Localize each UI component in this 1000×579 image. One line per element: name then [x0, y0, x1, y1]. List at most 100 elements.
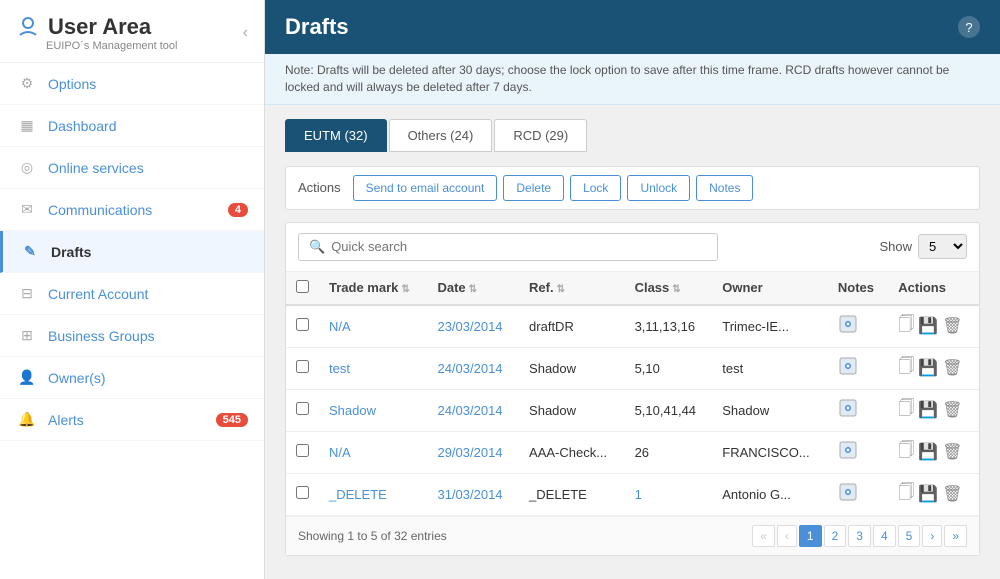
sidebar-item-dashboard[interactable]: ▦ Dashboard [0, 105, 264, 147]
table-head: Trade mark⇅Date⇅Ref.⇅Class⇅OwnerNotesAct… [286, 272, 979, 305]
row-notes-0[interactable] [828, 305, 888, 348]
copy-icon-1[interactable]: 🗍 [898, 355, 914, 382]
logo-icon [16, 15, 40, 39]
show-area: Show 5102550 [879, 234, 967, 259]
row-checkbox-4[interactable] [296, 486, 309, 499]
action-delete-button[interactable]: Delete [503, 175, 564, 201]
pag-page-1-button[interactable]: 1 [799, 525, 822, 547]
search-box: 🔍 [298, 233, 718, 261]
save-icon-1[interactable]: 💾 [918, 358, 938, 378]
row-trademark-3[interactable]: N/A [319, 431, 427, 473]
col-actions: Actions [888, 272, 979, 305]
class-link-4[interactable]: 1 [635, 487, 642, 502]
sidebar-item-drafts[interactable]: ✎ Drafts [0, 231, 264, 273]
row-trademark-0[interactable]: N/A [319, 305, 427, 348]
row-actions-1: 🗍 💾 🗑 [888, 347, 979, 389]
row-notes-4[interactable] [828, 473, 888, 515]
search-input[interactable] [331, 239, 707, 254]
delete-icon-3[interactable]: 🗑 [942, 442, 962, 462]
col-class[interactable]: Class⇅ [625, 272, 713, 305]
sidebar-item-current-account[interactable]: ⊟ Current Account [0, 273, 264, 315]
row-checkbox-1[interactable] [296, 360, 309, 373]
col-owner: Owner [712, 272, 828, 305]
copy-icon-4[interactable]: 🗍 [898, 481, 914, 508]
row-trademark-4[interactable]: _DELETE [319, 473, 427, 515]
sidebar-item-owners[interactable]: 👤 Owner(s) [0, 357, 264, 399]
sort-icon-trademark: ⇅ [401, 284, 409, 295]
notes-icon-4[interactable] [838, 489, 858, 506]
sidebar-item-online-services[interactable]: ◎ Online services [0, 147, 264, 189]
notes-icon-3[interactable] [838, 447, 858, 464]
table-body: N/A23/03/2014draftDR3,11,13,16Trimec-IE.… [286, 305, 979, 516]
pag-page-2-button[interactable]: 2 [824, 525, 847, 547]
logo-text: User Area [48, 14, 151, 40]
collapse-button[interactable]: ‹ [243, 24, 248, 42]
sidebar-label-drafts: Drafts [51, 244, 91, 260]
action-buttons: Send to email accountDeleteLockUnlockNot… [353, 175, 754, 201]
row-class-1: 5,10 [625, 347, 713, 389]
notes-icon-2[interactable] [838, 405, 858, 422]
delete-icon-4[interactable]: 🗑 [942, 484, 962, 504]
alerts-icon: 🔔 [16, 411, 38, 428]
delete-icon-0[interactable]: 🗑 [942, 316, 962, 336]
sidebar-item-business-groups[interactable]: ⊞ Business Groups [0, 315, 264, 357]
pag-page-4-button[interactable]: 4 [873, 525, 896, 547]
action-notes-button[interactable]: Notes [696, 175, 753, 201]
col-ref[interactable]: Ref.⇅ [519, 272, 625, 305]
col-date[interactable]: Date⇅ [427, 272, 519, 305]
tab-rcd[interactable]: RCD (29) [494, 119, 587, 152]
delete-icon-1[interactable]: 🗑 [942, 358, 962, 378]
pag-next-button[interactable]: › [922, 525, 942, 547]
copy-icon-2[interactable]: 🗍 [898, 397, 914, 424]
pagination: Showing 1 to 5 of 32 entries «‹12345›» [286, 516, 979, 555]
sidebar-label-business-groups: Business Groups [48, 328, 155, 344]
pag-last-button[interactable]: » [944, 525, 967, 547]
communications-icon: ✉ [16, 201, 38, 218]
col-trademark[interactable]: Trade mark⇅ [319, 272, 427, 305]
sidebar-item-communications[interactable]: ✉ Communications 4 [0, 189, 264, 231]
action-send-email-button[interactable]: Send to email account [353, 175, 498, 201]
notes-icon-1[interactable] [838, 363, 858, 380]
notes-icon-0[interactable] [838, 321, 858, 338]
save-icon-3[interactable]: 💾 [918, 442, 938, 462]
col-notes: Notes [828, 272, 888, 305]
sidebar-item-options[interactable]: ⚙ Options [0, 63, 264, 105]
help-icon[interactable]: ? [958, 16, 980, 38]
save-icon-4[interactable]: 💾 [918, 484, 938, 504]
sidebar-item-alerts[interactable]: 🔔 Alerts 545 [0, 399, 264, 441]
pag-page-5-button[interactable]: 5 [898, 525, 921, 547]
online-services-icon: ◎ [16, 159, 38, 176]
show-select[interactable]: 5102550 [918, 234, 967, 259]
row-notes-1[interactable] [828, 347, 888, 389]
delete-icon-2[interactable]: 🗑 [942, 400, 962, 420]
actions-bar: Actions Send to email accountDeleteLockU… [285, 166, 980, 210]
row-ref-1: Shadow [519, 347, 625, 389]
copy-icon-0[interactable]: 🗍 [898, 313, 914, 340]
row-trademark-2[interactable]: Shadow [319, 389, 427, 431]
pag-page-3-button[interactable]: 3 [848, 525, 871, 547]
row-trademark-1[interactable]: test [319, 347, 427, 389]
action-lock-button[interactable]: Lock [570, 175, 621, 201]
row-notes-2[interactable] [828, 389, 888, 431]
row-checkbox-3[interactable] [296, 444, 309, 457]
select-all-checkbox[interactable] [296, 280, 309, 293]
tab-others[interactable]: Others (24) [389, 119, 493, 152]
sort-icon-ref: ⇅ [557, 284, 565, 295]
action-unlock-button[interactable]: Unlock [627, 175, 690, 201]
pag-first-button[interactable]: « [752, 525, 775, 547]
copy-icon-3[interactable]: 🗍 [898, 439, 914, 466]
pag-prev-button[interactable]: ‹ [777, 525, 797, 547]
table-row: _DELETE31/03/2014_DELETE1Antonio G... 🗍 … [286, 473, 979, 515]
sidebar-label-options: Options [48, 76, 96, 92]
badge-alerts: 545 [216, 413, 248, 427]
save-icon-2[interactable]: 💾 [918, 400, 938, 420]
drafts-icon: ✎ [19, 243, 41, 260]
row-checkbox-0[interactable] [296, 318, 309, 331]
row-notes-3[interactable] [828, 431, 888, 473]
row-actions-4: 🗍 💾 🗑 [888, 473, 979, 515]
options-icon: ⚙ [16, 75, 38, 92]
save-icon-0[interactable]: 💾 [918, 316, 938, 336]
table-row: N/A29/03/2014AAA-Check...26FRANCISCO... … [286, 431, 979, 473]
tab-eutm[interactable]: EUTM (32) [285, 119, 387, 152]
row-checkbox-2[interactable] [296, 402, 309, 415]
